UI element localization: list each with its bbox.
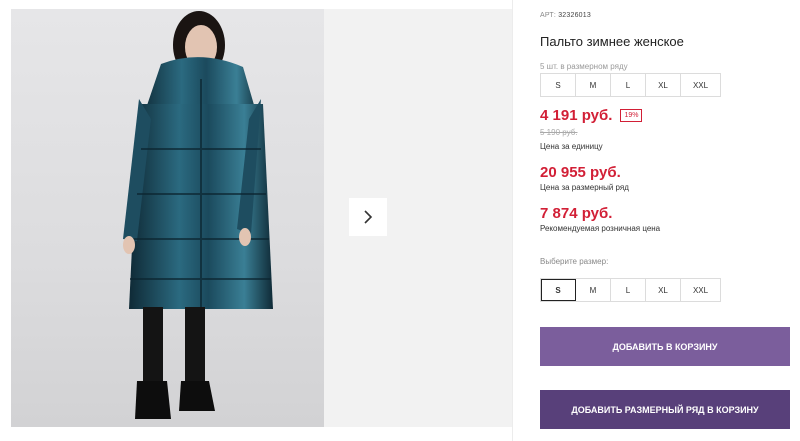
chevron-right-icon [364, 210, 373, 224]
add-size-row-to-cart-button[interactable]: ДОБАВИТЬ РАЗМЕРНЫЙ РЯД В КОРЗИНУ [540, 390, 790, 429]
size-row-item: M [576, 74, 611, 96]
size-option-s[interactable]: S [541, 279, 576, 301]
add-to-cart-button[interactable]: ДОБАВИТЬ В КОРЗИНУ [540, 327, 790, 366]
row-price: 20 955 руб. [540, 164, 621, 181]
size-option-m[interactable]: M [576, 279, 611, 301]
size-option-xxl[interactable]: XXL [681, 279, 720, 301]
size-selector: S M L XL XXL [540, 278, 721, 302]
gallery-next-button[interactable] [349, 198, 387, 236]
unit-price-note: Цена за единицу [540, 142, 603, 151]
article-value: 32326013 [558, 12, 591, 19]
size-row-item: L [611, 74, 646, 96]
size-row-item: S [541, 74, 576, 96]
old-price: 5 190 руб. [540, 128, 578, 137]
product-page: АРТ: 32326013 Пальто зимнее женское 5 шт… [0, 0, 800, 441]
size-option-xl[interactable]: XL [646, 279, 681, 301]
size-row-label: 5 шт. в размерном ряду [540, 62, 628, 71]
vertical-divider [512, 0, 513, 441]
product-gallery [0, 0, 512, 441]
row-price-note: Цена за размерный ряд [540, 183, 629, 192]
size-option-l[interactable]: L [611, 279, 646, 301]
discount-badge: 19% [620, 109, 643, 122]
size-row-item: XL [646, 74, 681, 96]
product-info: АРТ: 32326013 Пальто зимнее женское 5 шт… [540, 0, 790, 441]
product-title: Пальто зимнее женское [540, 34, 684, 49]
unit-price: 4 191 руб. [540, 107, 613, 124]
product-photo [11, 9, 324, 427]
size-row-list: S M L XL XXL [540, 73, 721, 97]
choose-size-label: Выберите размер: [540, 257, 609, 266]
unit-price-block: 4 191 руб. 19% [540, 107, 643, 124]
retail-price: 7 874 руб. [540, 205, 613, 222]
model-in-coat-image [123, 11, 273, 419]
article-number: АРТ: 32326013 [540, 12, 591, 19]
retail-price-note: Рекомендуемая розничная цена [540, 224, 661, 233]
article-label: АРТ: [540, 12, 557, 19]
size-row-item: XXL [692, 80, 709, 90]
